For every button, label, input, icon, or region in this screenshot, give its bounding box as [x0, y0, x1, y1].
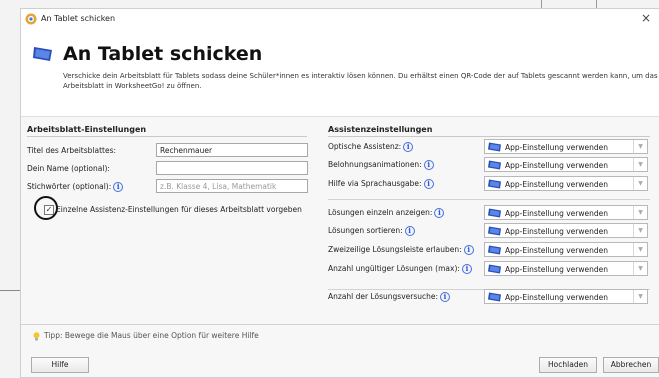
worksheet-settings-title: Arbeitsblatt-Einstellungen — [27, 125, 147, 134]
assistant-setting-select[interactable]: App-Einstellung verwenden ▼ — [484, 139, 648, 154]
group-divider — [27, 136, 307, 137]
assistant-setting-label: Hilfe via Sprachausgabe: i — [328, 179, 434, 189]
keywords-input[interactable]: z.B. Klasse 4, Lisa, Mathematik — [156, 179, 308, 193]
title-bar: An Tablet schicken × — [21, 9, 659, 29]
keywords-label: Stichwörter (optional): i — [27, 182, 124, 192]
assistant-setting-label: Lösungen einzeln anzeigen: i — [328, 208, 445, 218]
assistant-setting-label-text: Anzahl ungültiger Lösungen (max): — [328, 264, 460, 273]
assistant-setting-label: Zweizeilige Lösungsleiste erlauben: i — [328, 245, 474, 255]
info-icon[interactable]: i — [463, 245, 474, 255]
tablet-icon — [488, 245, 501, 255]
highlight-circle — [34, 196, 58, 220]
tablet-icon — [488, 142, 501, 152]
footer-divider — [21, 324, 659, 325]
assistant-setting-label-text: Anzahl der Lösungsversuche: — [328, 292, 439, 301]
title-label: Titel des Arbeitsblattes: — [27, 146, 117, 155]
tablet-icon — [488, 226, 501, 236]
assistant-setting-select[interactable]: App-Einstellung verwenden ▼ — [484, 205, 648, 220]
chevron-down-icon[interactable]: ▼ — [633, 290, 647, 303]
info-icon[interactable]: i — [423, 179, 434, 189]
assistant-setting-label: Belohnungsanimationen: i — [328, 160, 434, 170]
name-input[interactable] — [156, 161, 308, 175]
page-title: An Tablet schicken — [63, 43, 263, 65]
assistant-setting-select[interactable]: App-Einstellung verwenden ▼ — [484, 242, 648, 257]
app-icon — [25, 13, 37, 25]
page-description: Verschicke dein Arbeitsblatt für Tablets… — [63, 72, 658, 90]
assistant-setting-select[interactable]: App-Einstellung verwenden ▼ — [484, 223, 648, 238]
chevron-down-icon[interactable]: ▼ — [633, 140, 647, 153]
info-icon[interactable]: i — [440, 292, 451, 302]
help-button[interactable]: Hilfe — [31, 357, 89, 373]
assistant-setting-label: Lösungen sortieren: i — [328, 226, 415, 236]
tablet-icon — [488, 208, 501, 218]
chevron-down-icon[interactable]: ▼ — [633, 158, 647, 171]
info-icon[interactable]: i — [404, 226, 415, 236]
chevron-down-icon[interactable]: ▼ — [633, 262, 647, 275]
assistant-setting-select[interactable]: App-Einstellung verwenden ▼ — [484, 176, 648, 191]
lightbulb-icon — [33, 331, 40, 340]
select-value: App-Einstellung verwenden — [505, 209, 608, 218]
assistant-setting-label-text: Belohnungsanimationen: — [328, 160, 422, 169]
assistant-setting-label-text: Hilfe via Sprachausgabe: — [328, 179, 422, 188]
cancel-button[interactable]: Abbrechen — [603, 357, 659, 373]
name-label: Dein Name (optional): — [27, 164, 110, 173]
upload-button[interactable]: Hochladen — [539, 357, 597, 373]
close-icon[interactable]: × — [641, 11, 651, 25]
select-value: App-Einstellung verwenden — [505, 161, 608, 170]
info-icon[interactable]: i — [423, 160, 434, 170]
individual-settings-label: Einzelne Assistenz-Einstellungen für die… — [56, 205, 302, 214]
assistant-setting-select[interactable]: App-Einstellung verwenden ▼ — [484, 289, 648, 304]
assistant-setting-select[interactable]: App-Einstellung verwenden ▼ — [484, 261, 648, 276]
tablet-icon — [488, 264, 501, 274]
assistant-setting-label-text: Zweizeilige Lösungsleiste erlauben: — [328, 245, 462, 254]
section-divider — [328, 199, 650, 200]
assistant-setting-label: Anzahl der Lösungsversuche: i — [328, 292, 451, 302]
chevron-down-icon[interactable]: ▼ — [633, 224, 647, 237]
tip-text: Tipp: Bewege die Maus über eine Option f… — [33, 331, 259, 341]
select-value: App-Einstellung verwenden — [505, 293, 608, 302]
tablet-icon — [488, 292, 501, 302]
tablet-icon — [488, 179, 501, 189]
chevron-down-icon[interactable]: ▼ — [633, 177, 647, 190]
tablet-icon — [33, 47, 52, 61]
window-title: An Tablet schicken — [41, 14, 116, 23]
select-value: App-Einstellung verwenden — [505, 246, 608, 255]
group-divider — [328, 136, 650, 137]
info-icon[interactable]: i — [461, 264, 472, 274]
chevron-down-icon[interactable]: ▼ — [633, 206, 647, 219]
select-value: App-Einstellung verwenden — [505, 227, 608, 236]
info-icon[interactable]: i — [434, 208, 445, 218]
tablet-icon — [488, 160, 501, 170]
select-value: App-Einstellung verwenden — [505, 265, 608, 274]
title-input[interactable]: Rechenmauer — [156, 143, 308, 157]
chevron-down-icon[interactable]: ▼ — [633, 243, 647, 256]
dialog-header: An Tablet schicken Verschicke dein Arbei… — [21, 29, 659, 117]
assistant-setting-label-text: Lösungen einzeln anzeigen: — [328, 208, 433, 217]
assistant-setting-label: Anzahl ungültiger Lösungen (max): i — [328, 264, 472, 274]
info-icon[interactable]: i — [113, 182, 124, 192]
assistant-setting-select[interactable]: App-Einstellung verwenden ▼ — [484, 157, 648, 172]
background-tick — [596, 0, 597, 8]
assistant-setting-label-text: Optische Assistenz: — [328, 142, 402, 151]
assistant-setting-label: Optische Assistenz: i — [328, 142, 414, 152]
select-value: App-Einstellung verwenden — [505, 180, 608, 189]
info-icon[interactable]: i — [403, 142, 414, 152]
send-to-tablet-dialog: An Tablet schicken × An Tablet schicken … — [20, 8, 659, 378]
background-tick — [541, 0, 542, 8]
select-value: App-Einstellung verwenden — [505, 143, 608, 152]
assistant-setting-label-text: Lösungen sortieren: — [328, 226, 403, 235]
assistant-settings-title: Assistenzeinstellungen — [328, 125, 433, 134]
background-line — [0, 290, 22, 291]
